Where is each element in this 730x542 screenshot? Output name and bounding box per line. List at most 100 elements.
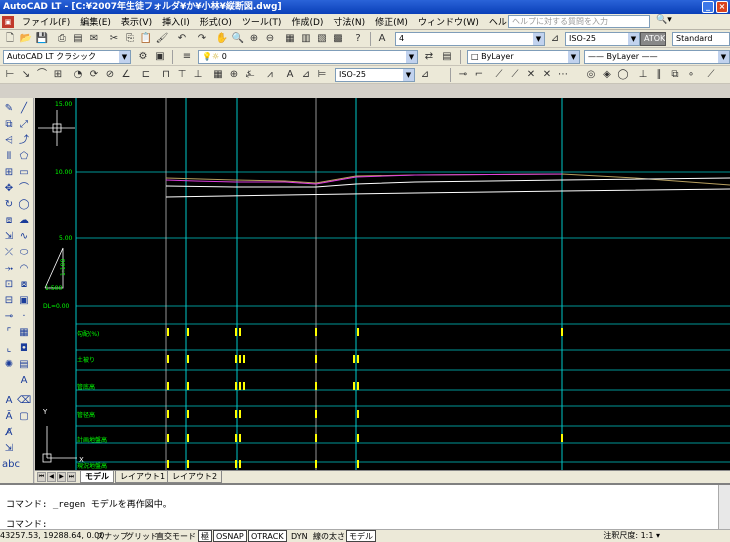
copy-icon[interactable]: ⎘ (123, 32, 137, 46)
chamfer-icon[interactable]: ⌜ (2, 326, 16, 340)
minimize-button[interactable]: _ (702, 1, 714, 13)
aligned-dim-icon[interactable]: ↘ (19, 68, 33, 82)
tab-layout2[interactable]: レイアウト2 (167, 471, 223, 483)
ellipse-arc-icon[interactable]: ◠ (17, 262, 31, 276)
save-icon[interactable]: 💾 (35, 32, 49, 46)
osnap-toggle[interactable]: OSNAP (213, 530, 247, 542)
diameter-icon[interactable]: ⊘ (103, 68, 117, 82)
paste-icon[interactable]: 📋 (139, 32, 153, 46)
mirror-icon[interactable]: ⩤ (2, 134, 16, 148)
fillet-icon[interactable]: ⌞ (2, 342, 16, 356)
new-icon[interactable]: 🗋 (3, 32, 17, 46)
spell-icon[interactable]: abc (2, 458, 20, 472)
point-icon[interactable]: · (17, 310, 31, 324)
copy-obj-icon[interactable]: ⧉ (2, 118, 16, 132)
offset-icon[interactable]: ⫴ (2, 150, 16, 164)
lineweight-combo[interactable]: 4 ▼ (395, 32, 545, 46)
mtext-icon[interactable]: A (17, 374, 31, 388)
jogged-icon[interactable]: ⟳ (87, 68, 101, 82)
menu-file[interactable]: ファイル(F) (17, 15, 75, 28)
radius-icon[interactable]: ◔ (71, 68, 85, 82)
text-icon[interactable]: A (2, 394, 16, 408)
workspace-save-icon[interactable]: ▣ (153, 50, 167, 64)
tab-model[interactable]: モデル (80, 471, 114, 483)
menu-insert[interactable]: 挿入(I) (157, 15, 195, 28)
pan-icon[interactable]: ✋ (215, 32, 229, 46)
snap-from-icon[interactable]: ⌐ (472, 68, 486, 82)
xline-icon[interactable]: ⤢ (17, 118, 31, 132)
inspect-icon[interactable]: ⍼ (243, 68, 257, 82)
insert-block-icon[interactable]: ⧇ (17, 278, 31, 292)
snap-temp-icon[interactable]: ⊸ (456, 68, 470, 82)
tab-next-icon[interactable]: ▶ (57, 472, 66, 482)
dimstyle-manager-icon[interactable]: ⊿ (418, 68, 432, 82)
dimstyle-icon[interactable]: ⊿ (548, 32, 562, 46)
layer-combo[interactable]: 💡☼ 0 ▼ (198, 50, 418, 64)
quick-dim-icon[interactable]: ⊏ (139, 68, 153, 82)
otrack-toggle[interactable]: OTRACK (248, 530, 287, 542)
tab-first-icon[interactable]: ⏮ (37, 472, 46, 482)
extend-icon[interactable]: ⤞ (2, 262, 16, 276)
snap-center-icon[interactable]: ◎ (584, 68, 598, 82)
tolerance-icon[interactable]: ▦ (211, 68, 225, 82)
spline-icon[interactable]: ∿ (17, 230, 31, 244)
jogged-linear-icon[interactable]: ⩘ (263, 68, 277, 82)
close-button[interactable]: × (716, 1, 728, 13)
open-icon[interactable]: 📂 (19, 32, 33, 46)
menu-window[interactable]: ウィンドウ(W) (413, 15, 484, 28)
ime-indicator[interactable]: ATOK あ 連 R 漢 (640, 32, 666, 46)
layer-previous-icon[interactable]: ▤ (440, 50, 454, 64)
designcenter-icon[interactable]: ▥ (299, 32, 313, 46)
preview-icon[interactable]: ▤ (71, 32, 85, 46)
stretch-icon[interactable]: ⇲ (2, 230, 16, 244)
continue-icon[interactable]: ⊤ (175, 68, 189, 82)
snap-endpoint-icon[interactable]: ⟋ (492, 68, 506, 82)
region-icon[interactable]: ◘ (17, 342, 31, 356)
ordinate-icon[interactable]: ⊞ (51, 68, 65, 82)
join-icon[interactable]: ⊸ (2, 310, 16, 324)
snap-insert-icon[interactable]: ⧉ (668, 68, 682, 82)
textstyle-combo[interactable]: Standard (672, 32, 730, 46)
coordinates-readout[interactable]: 43257.53, 19288.64, 0.00 (0, 530, 104, 542)
make-block-icon[interactable]: ▣ (17, 294, 31, 308)
snap-apparent-icon[interactable]: ✕ (540, 68, 554, 82)
move-icon[interactable]: ✥ (2, 182, 16, 196)
snap-midpoint-icon[interactable]: ⟋ (508, 68, 522, 82)
ddedit-icon[interactable]: Ā (2, 410, 16, 424)
circle-icon[interactable]: ◯ (17, 198, 31, 212)
baseline-icon[interactable]: ⊓ (159, 68, 173, 82)
justify-icon[interactable]: ⇲ (2, 442, 16, 456)
toolpalette-icon[interactable]: ▧ (315, 32, 329, 46)
zoom-previous-icon[interactable]: ⊖ (263, 32, 277, 46)
make-current-layer-icon[interactable]: ⇄ (422, 50, 436, 64)
undo-icon[interactable]: ↶ (175, 32, 189, 46)
workspace-settings-icon[interactable]: ⚙ (136, 50, 150, 64)
table-icon[interactable]: ▤ (17, 358, 31, 372)
erase-icon[interactable]: ⌫ (17, 394, 31, 408)
dim-update-icon[interactable]: ⊨ (315, 68, 329, 82)
snap-nearest-icon[interactable]: ⟋ (704, 68, 718, 82)
dimtedit-icon[interactable]: ⊿ (299, 68, 313, 82)
pencil-icon[interactable]: ✎ (2, 102, 16, 116)
help-search-icon[interactable]: 🔍▾ (656, 15, 672, 25)
snap-quadrant-icon[interactable]: ◈ (600, 68, 614, 82)
snap-perpendicular-icon[interactable]: ⊥ (636, 68, 650, 82)
polyline-icon[interactable]: ⤴ (17, 134, 31, 148)
menu-format[interactable]: 形式(O) (195, 15, 237, 28)
dimspace-icon[interactable]: ⊥ (191, 68, 205, 82)
drawing-canvas[interactable]: 15.00 10.00 5.00 DL=0.00 1:500 1:100 勾配(… (35, 98, 730, 470)
snap-extension-icon[interactable]: ⋯ (556, 68, 570, 82)
center-mark-icon[interactable]: ⊕ (227, 68, 241, 82)
help-icon[interactable]: ? (351, 32, 365, 46)
tab-layout1[interactable]: レイアウト1 (115, 471, 171, 483)
dyn-toggle[interactable]: DYN (288, 530, 311, 542)
menu-view[interactable]: 表示(V) (116, 15, 157, 28)
zoom-window-icon[interactable]: ⊕ (247, 32, 261, 46)
color-combo[interactable]: □ ByLayer ▼ (467, 50, 580, 64)
linear-dim-icon[interactable]: ⊢ (3, 68, 17, 82)
menu-edit[interactable]: 編集(E) (75, 15, 116, 28)
hatch-icon[interactable]: ▦ (17, 326, 31, 340)
angular-icon[interactable]: ∠ (119, 68, 133, 82)
print-icon[interactable]: ⎙ (55, 32, 69, 46)
snap-node-icon[interactable]: ∘ (684, 68, 698, 82)
